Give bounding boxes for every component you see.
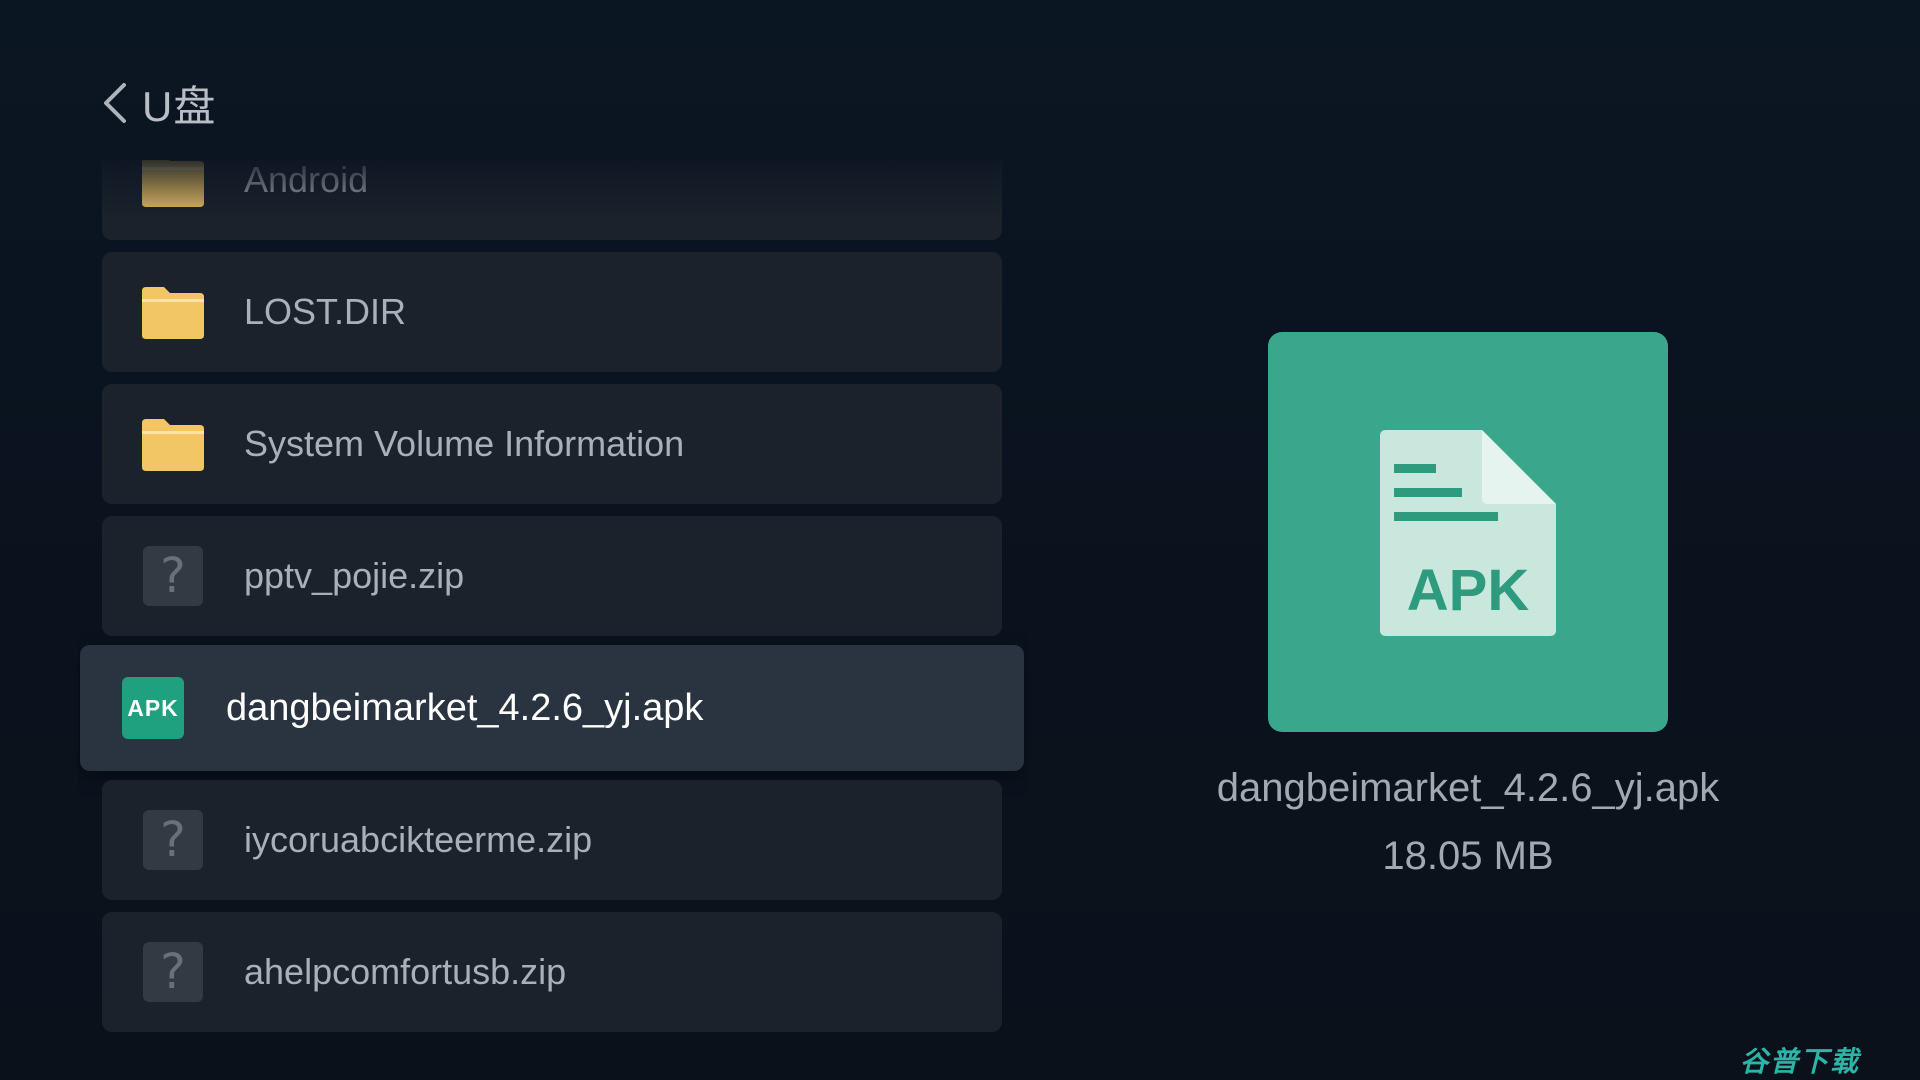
file-name: ahelpcomfortusb.zip <box>244 951 567 992</box>
folder-icon <box>142 160 204 210</box>
apk-file-icon-wrap: APK <box>122 677 184 739</box>
file-row-iycoruabcikteerme-zip[interactable]: ? iycoruabcikteerme.zip <box>102 780 1002 900</box>
file-preview-thumbnail: APK <box>1268 332 1668 732</box>
apk-file-icon: APK <box>122 677 184 739</box>
file-name: dangbeimarket_4.2.6_yj.apk <box>226 686 704 729</box>
header: U盘 <box>100 76 216 130</box>
unknown-file-icon: ? <box>143 546 203 606</box>
file-name: Android <box>244 160 369 200</box>
file-row-pptv-pojie-zip[interactable]: ? pptv_pojie.zip <box>102 516 1002 636</box>
file-row-lost-dir[interactable]: LOST.DIR <box>102 252 1002 372</box>
apk-document-icon: APK <box>1380 430 1556 636</box>
file-row-system-volume-information[interactable]: System Volume Information <box>102 384 1002 504</box>
watermark-logo: 谷普下载 <box>1740 1045 1861 1078</box>
file-row-dangbeimarket-apk[interactable]: APK dangbeimarket_4.2.6_yj.apk <box>80 645 1024 771</box>
file-list: Android LOST.DIR System Volume Informati… <box>78 160 1028 1044</box>
file-row-ahelpcomfortusb-zip[interactable]: ? ahelpcomfortusb.zip <box>102 912 1002 1032</box>
folder-icon <box>142 282 204 342</box>
apk-label: APK <box>1407 558 1530 623</box>
unknown-file-icon: ? <box>143 810 203 870</box>
file-name: LOST.DIR <box>244 291 407 332</box>
file-list-viewport[interactable]: Android LOST.DIR System Volume Informati… <box>78 160 1028 1080</box>
preview-file-name: dangbeimarket_4.2.6_yj.apk <box>1216 766 1720 810</box>
chevron-left-icon <box>104 83 126 123</box>
unknown-file-icon: ? <box>143 942 203 1002</box>
file-name: iycoruabcikteerme.zip <box>244 819 593 860</box>
page-title: U盘 <box>142 82 217 130</box>
file-name: System Volume Information <box>244 423 685 464</box>
file-row-android[interactable]: Android <box>102 160 1002 240</box>
file-name: pptv_pojie.zip <box>244 555 465 596</box>
unknown-file-icon-wrap: ? <box>142 810 204 870</box>
file-browser-screen: U盘 Android LOST.DIR System Volume Inform… <box>0 0 1920 1080</box>
preview-file-size: 18.05 MB <box>1382 834 1554 878</box>
unknown-file-icon-wrap: ? <box>142 942 204 1002</box>
folder-icon <box>142 414 204 474</box>
back-button[interactable]: U盘 <box>100 73 216 134</box>
unknown-file-icon-wrap: ? <box>142 546 204 606</box>
